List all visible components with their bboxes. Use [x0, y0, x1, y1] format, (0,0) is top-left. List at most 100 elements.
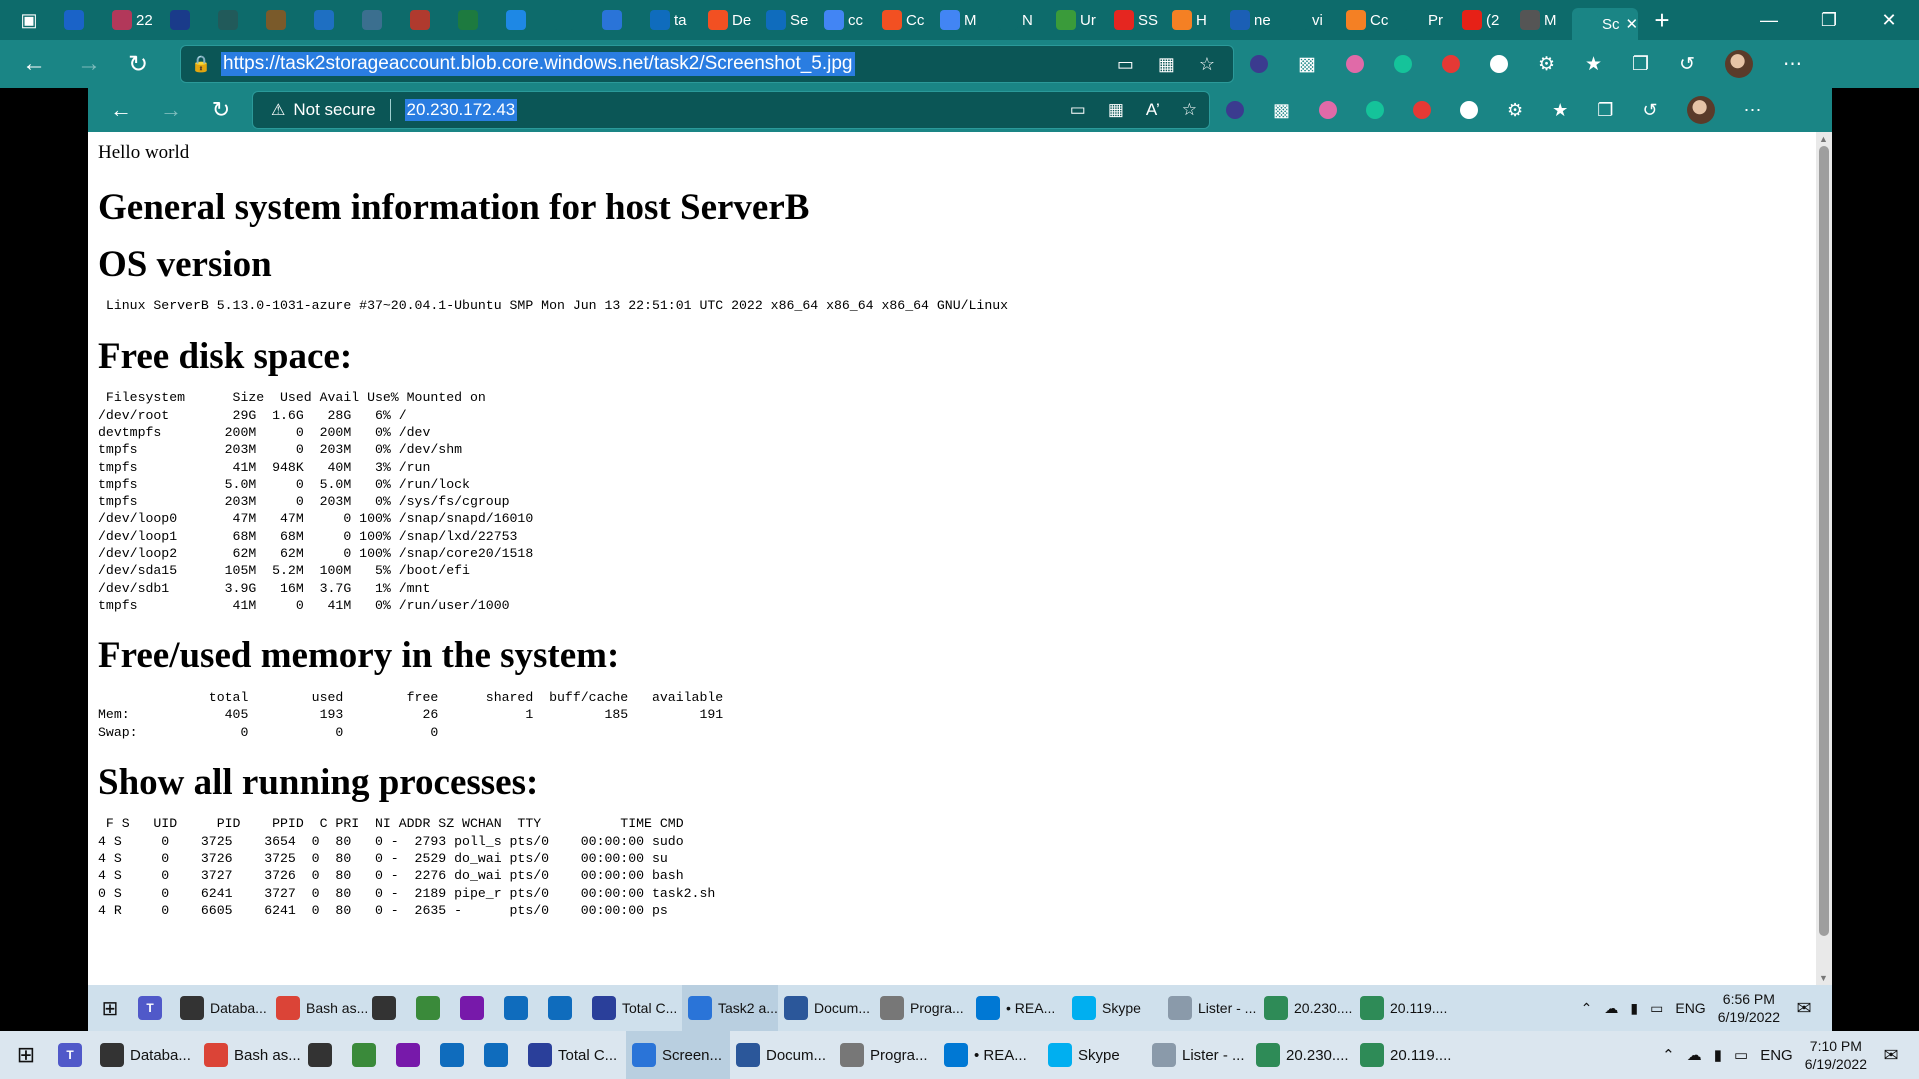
- warning-icon[interactable]: ⚠: [271, 100, 285, 120]
- taskbar-item[interactable]: [346, 1031, 390, 1079]
- inner-taskbar-item[interactable]: [542, 985, 586, 1031]
- grammarly-icon[interactable]: [1393, 55, 1412, 73]
- browser-tab[interactable]: M: [934, 4, 992, 36]
- browser-tab[interactable]: H: [1166, 4, 1224, 36]
- browser-tab[interactable]: [500, 4, 548, 36]
- inner-address-bar[interactable]: ⚠ Not secure 20.230.172.43 ▭ ▦ A’ ☆: [252, 91, 1210, 129]
- taskbar-item[interactable]: Total C...: [522, 1031, 626, 1079]
- inner-more-menu-icon[interactable]: ⋯: [1744, 100, 1762, 121]
- inner-qr-icon[interactable]: ▦: [1108, 100, 1124, 120]
- inner-chart-extension-icon[interactable]: ▩: [1273, 100, 1290, 121]
- inner-circle-extension-icon[interactable]: [1460, 101, 1479, 119]
- outer-url[interactable]: https://task2storageaccount.blob.core.wi…: [221, 52, 855, 76]
- browser-tab[interactable]: 22: [106, 4, 164, 36]
- inner-taskbar-item[interactable]: Databa...: [174, 985, 270, 1031]
- close-tab-icon[interactable]: ✕: [1626, 15, 1638, 33]
- inner-clock[interactable]: 6:56 PM 6/19/2022: [1718, 990, 1780, 1026]
- t-extension-icon[interactable]: [1345, 55, 1364, 73]
- taskbar-item[interactable]: Bash as...: [198, 1031, 302, 1079]
- taskbar-item[interactable]: Skype: [1042, 1031, 1146, 1079]
- inner-collections-icon[interactable]: ❐: [1597, 100, 1613, 121]
- inner-onedrive-icon[interactable]: ☁: [1604, 1000, 1618, 1017]
- browser-tab[interactable]: [548, 4, 596, 36]
- browser-tab[interactable]: Se: [760, 4, 818, 36]
- browser-tab[interactable]: [356, 4, 404, 36]
- inner-favorites-icon[interactable]: ★: [1552, 100, 1568, 121]
- inner-notification-icon[interactable]: ✉: [1792, 998, 1816, 1019]
- extensions-icon[interactable]: ⚙: [1538, 53, 1555, 76]
- notification-icon[interactable]: ✉: [1879, 1045, 1903, 1066]
- inner-extensions-icon[interactable]: ⚙: [1507, 100, 1523, 121]
- inner-taskbar-item[interactable]: • REA...: [970, 985, 1066, 1031]
- taskbar-item[interactable]: [302, 1031, 346, 1079]
- teams-icon[interactable]: T: [52, 1031, 94, 1079]
- inner-taskbar-item[interactable]: [498, 985, 542, 1031]
- chart-extension-icon[interactable]: ▩: [1298, 53, 1316, 76]
- inner-taskbar-item[interactable]: 20.119....: [1354, 985, 1450, 1031]
- browser-tab[interactable]: cc: [818, 4, 876, 36]
- browser-tab[interactable]: Ur: [1050, 4, 1108, 36]
- inner-language[interactable]: ENG: [1675, 1000, 1705, 1016]
- inner-taskbar-item[interactable]: Docum...: [778, 985, 874, 1031]
- inner-taskbar-item[interactable]: Lister - ...: [1162, 985, 1258, 1031]
- tab-actions-icon[interactable]: ▣: [0, 0, 58, 40]
- browser-tab[interactable]: De: [702, 4, 760, 36]
- favorites-icon[interactable]: ★: [1585, 53, 1602, 76]
- inner-tray-chevron-icon[interactable]: ⌃: [1581, 1000, 1593, 1017]
- browser-tab[interactable]: [58, 4, 106, 36]
- close-window-icon[interactable]: ✕: [1859, 10, 1919, 31]
- browser-tab[interactable]: Sc ✕: [1572, 8, 1638, 40]
- inner-taskbar-item[interactable]: [454, 985, 498, 1031]
- onedrive-icon[interactable]: ☁: [1687, 1046, 1702, 1064]
- browser-tab[interactable]: (2: [1456, 4, 1514, 36]
- inner-favorite-add-icon[interactable]: ☆: [1182, 100, 1197, 120]
- collections-icon[interactable]: ❐: [1632, 53, 1649, 76]
- taskbar-item[interactable]: Docum...: [730, 1031, 834, 1079]
- back-icon[interactable]: ←: [0, 50, 68, 78]
- battery-icon[interactable]: ▮: [1714, 1046, 1722, 1064]
- inner-profile-avatar[interactable]: [1686, 96, 1715, 124]
- browser-tab[interactable]: [308, 4, 356, 36]
- browser-tab[interactable]: vi: [1282, 4, 1340, 36]
- history-icon[interactable]: ↺: [1679, 53, 1695, 76]
- browser-tab[interactable]: N: [992, 4, 1050, 36]
- inner-network-icon[interactable]: ▭: [1650, 1000, 1663, 1017]
- new-tab-button[interactable]: +: [1638, 5, 1686, 36]
- inner-hand-extension-icon[interactable]: [1413, 101, 1432, 119]
- browser-tab[interactable]: ta: [644, 4, 702, 36]
- inner-back-icon[interactable]: ←: [96, 97, 146, 123]
- inner-taskbar-item[interactable]: Skype: [1066, 985, 1162, 1031]
- taskbar-item[interactable]: [434, 1031, 478, 1079]
- inner-extension-dot-icon[interactable]: [1226, 101, 1244, 119]
- lock-icon[interactable]: 🔒: [181, 54, 221, 74]
- inner-start-icon[interactable]: ⊞: [88, 985, 132, 1031]
- inner-taskbar-item[interactable]: Progra...: [874, 985, 970, 1031]
- inner-taskbar-item[interactable]: [410, 985, 454, 1031]
- browser-tab[interactable]: [164, 4, 212, 36]
- browser-tab[interactable]: ne: [1224, 4, 1282, 36]
- browser-tab[interactable]: Pr: [1398, 4, 1456, 36]
- inner-url[interactable]: 20.230.172.43: [404, 99, 518, 121]
- read-aloud-icon[interactable]: A’: [1146, 100, 1160, 120]
- app-available-icon[interactable]: ▭: [1117, 54, 1134, 75]
- browser-tab[interactable]: [212, 4, 260, 36]
- browser-tab[interactable]: [260, 4, 308, 36]
- scroll-down-icon[interactable]: ▼: [1819, 973, 1828, 983]
- browser-tab[interactable]: [596, 4, 644, 36]
- inner-refresh-icon[interactable]: ↻: [196, 97, 246, 123]
- start-icon[interactable]: ⊞: [0, 1031, 52, 1079]
- more-menu-icon[interactable]: ⋯: [1783, 53, 1802, 76]
- taskbar-item[interactable]: Progra...: [834, 1031, 938, 1079]
- taskbar-item[interactable]: Screen...: [626, 1031, 730, 1079]
- inner-app-available-icon[interactable]: ▭: [1070, 100, 1086, 120]
- hand-extension-icon[interactable]: [1441, 55, 1460, 73]
- page-scrollbar[interactable]: ▲ ▼: [1816, 132, 1832, 985]
- scroll-up-icon[interactable]: ▲: [1819, 134, 1828, 144]
- minimize-icon[interactable]: —: [1739, 10, 1799, 31]
- circle-extension-icon[interactable]: [1489, 55, 1508, 73]
- network-icon[interactable]: ▭: [1734, 1046, 1748, 1064]
- browser-tab[interactable]: Cc: [876, 4, 934, 36]
- inner-taskbar-item[interactable]: Total C...: [586, 985, 682, 1031]
- restore-icon[interactable]: ❐: [1799, 10, 1859, 31]
- inner-forward-icon[interactable]: →: [146, 97, 196, 123]
